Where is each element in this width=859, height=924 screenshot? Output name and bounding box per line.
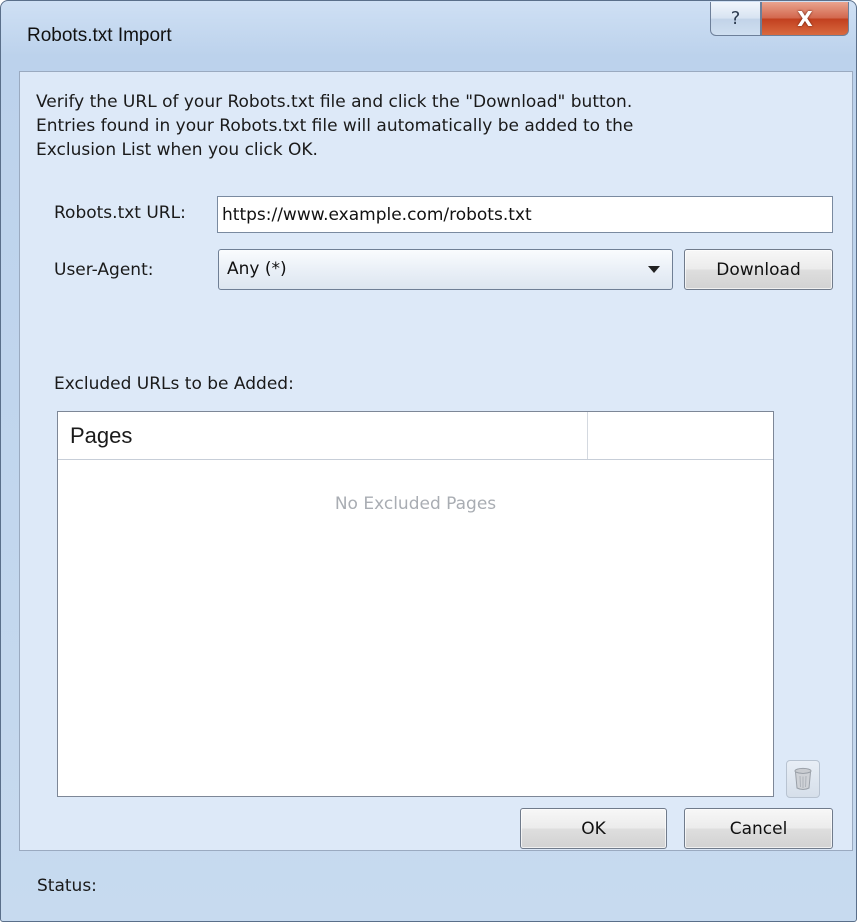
user-agent-selected: Any (*) <box>227 259 287 279</box>
title-bar[interactable]: Robots.txt Import ? X <box>1 1 856 73</box>
help-button[interactable]: ? <box>710 2 761 36</box>
dialog-body: Verify the URL of your Robots.txt file a… <box>19 71 853 851</box>
excluded-urls-label: Excluded URLs to be Added: <box>54 374 294 394</box>
robots-import-dialog: Robots.txt Import ? X Verify the URL of … <box>0 0 857 922</box>
ok-button[interactable]: OK <box>520 808 667 849</box>
close-button[interactable]: X <box>761 2 849 36</box>
list-header: Pages <box>58 412 773 460</box>
column-header-pages[interactable]: Pages <box>70 423 132 449</box>
trash-icon <box>794 767 812 790</box>
status-label: Status: <box>37 876 97 896</box>
cancel-button[interactable]: Cancel <box>684 808 833 849</box>
user-agent-select[interactable]: Any (*) <box>218 249 673 290</box>
excluded-urls-list[interactable]: Pages No Excluded Pages <box>57 411 774 797</box>
empty-list-message: No Excluded Pages <box>334 494 497 514</box>
dropdown-arrow-icon <box>648 266 660 273</box>
robots-url-input[interactable] <box>217 196 833 233</box>
status-bar: Status: <box>1 859 856 911</box>
window-title: Robots.txt Import <box>27 25 172 46</box>
robots-url-label: Robots.txt URL: <box>54 203 186 223</box>
close-icon: X <box>797 6 813 31</box>
instructions-text: Verify the URL of your Robots.txt file a… <box>36 92 634 160</box>
column-divider[interactable] <box>587 412 588 459</box>
user-agent-label: User-Agent: <box>54 260 154 280</box>
help-icon: ? <box>730 8 741 29</box>
delete-button[interactable] <box>786 760 820 798</box>
download-button[interactable]: Download <box>684 249 833 290</box>
